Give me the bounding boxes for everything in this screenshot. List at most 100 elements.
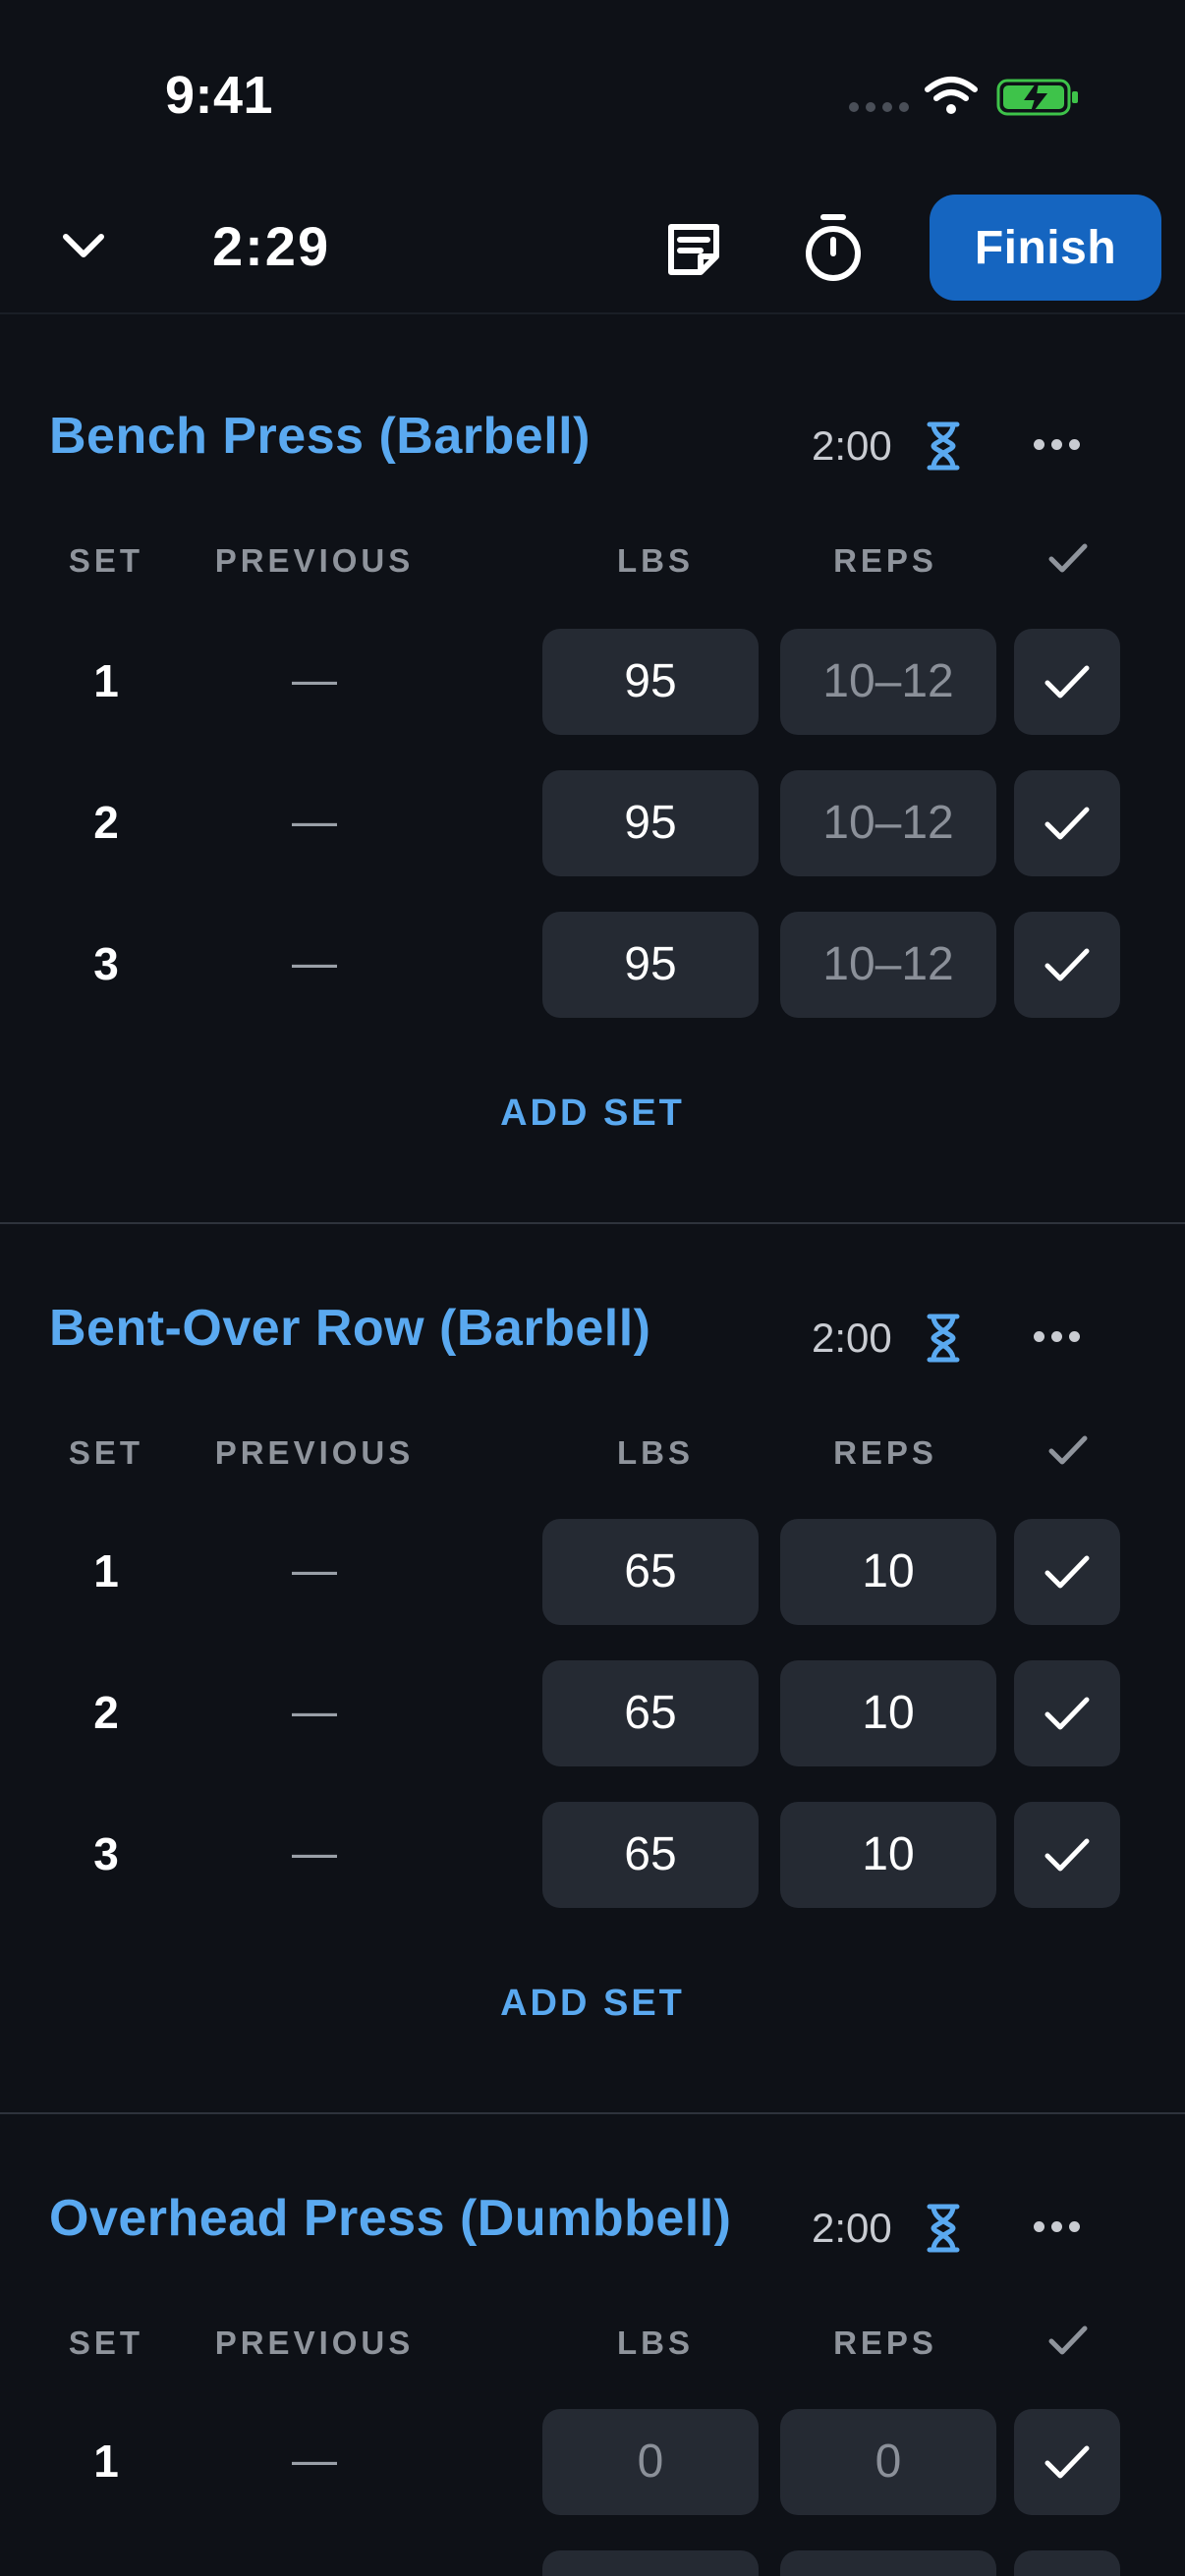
reps-input[interactable]: 0 (780, 2409, 996, 2515)
collapse-button[interactable] (49, 212, 118, 281)
previous-value: — (292, 936, 337, 987)
complete-set-button[interactable] (1014, 629, 1120, 735)
weight-input[interactable]: 65 (542, 1660, 759, 1766)
set-row: 3 — 95 10–12 (0, 912, 1185, 1018)
stopwatch-icon (806, 214, 861, 281)
check-icon (1044, 1697, 1090, 1730)
weight-input[interactable]: 95 (542, 912, 759, 1018)
add-set-button[interactable]: ADD SET (0, 1983, 1185, 2025)
check-icon (1044, 807, 1090, 840)
column-header-previous: PREVIOUS (214, 1434, 415, 1471)
note-icon (668, 224, 719, 275)
column-header-set: SET (68, 542, 144, 579)
set-number: 1 (93, 655, 119, 706)
set-row (0, 2550, 1185, 2576)
rest-time[interactable]: 2:00 (812, 2205, 892, 2252)
column-header-lbs: LBS (617, 542, 694, 579)
reps-input[interactable]: 10 (780, 1519, 996, 1625)
set-number: 3 (93, 938, 119, 989)
reps-input[interactable]: 10–12 (780, 912, 996, 1018)
exercise-card: Bent-Over Row (Barbell) 2:00 SET PREVIOU… (0, 1224, 1185, 2114)
set-row: 2 — 65 10 (0, 1660, 1185, 1766)
battery-charging-icon (996, 79, 1078, 116)
hourglass-icon (927, 1314, 960, 1363)
check-icon (1048, 543, 1088, 573)
column-header-check (1014, 542, 1122, 582)
column-header-set: SET (68, 1434, 144, 1471)
add-set-button[interactable]: ADD SET (0, 1092, 1185, 1135)
column-header-check (1014, 1434, 1122, 1474)
previous-value: — (292, 1543, 337, 1595)
more-options-button[interactable] (1034, 1309, 1080, 1364)
check-icon (1044, 665, 1090, 699)
weight-input[interactable]: 0 (542, 2409, 759, 2515)
previous-value: — (292, 795, 337, 846)
complete-set-button[interactable] (1014, 912, 1120, 1018)
set-number: 3 (93, 1828, 119, 1879)
previous-value: — (292, 2434, 337, 2485)
check-icon (1044, 1838, 1090, 1872)
column-header-reps: REPS (833, 542, 937, 579)
exercise-card: Overhead Press (Dumbbell) 2:00 SET PREVI… (0, 2114, 1185, 2576)
set-row: 1 — 0 0 (0, 2409, 1185, 2515)
complete-set-button[interactable] (1014, 2409, 1120, 2515)
workout-header: 2:29 Finish (0, 187, 1185, 314)
column-header-lbs: LBS (617, 2324, 694, 2361)
column-header-reps: REPS (833, 1434, 937, 1471)
reps-input[interactable]: 10 (780, 1802, 996, 1908)
workout-screen: 9:41 2:29 Finish Bench Press (Barbell) 2… (0, 0, 1185, 2576)
column-header-check (1014, 2324, 1122, 2364)
weight-input[interactable]: 95 (542, 770, 759, 876)
column-header-lbs: LBS (617, 1434, 694, 1471)
more-options-button[interactable] (1034, 417, 1080, 472)
weight-input[interactable] (542, 2550, 759, 2576)
set-row: 1 — 65 10 (0, 1519, 1185, 1625)
reps-input[interactable]: 10–12 (780, 770, 996, 876)
complete-set-button[interactable] (1014, 1802, 1120, 1908)
reps-input[interactable]: 10–12 (780, 629, 996, 735)
set-row: 3 — 65 10 (0, 1802, 1185, 1908)
exercise-card: Bench Press (Barbell) 2:00 SET PREVIOUS … (0, 314, 1185, 1224)
set-number: 1 (93, 1545, 119, 1596)
chevron-down-icon (63, 234, 104, 257)
complete-set-button[interactable] (1014, 1519, 1120, 1625)
complete-set-button[interactable] (1014, 770, 1120, 876)
set-number: 2 (93, 1687, 119, 1738)
rest-time[interactable]: 2:00 (812, 422, 892, 470)
hourglass-icon (927, 2204, 960, 2253)
reps-input[interactable]: 10 (780, 1660, 996, 1766)
more-options-button[interactable] (1034, 2199, 1080, 2254)
weight-input[interactable]: 65 (542, 1519, 759, 1625)
complete-set-button[interactable] (1014, 2550, 1120, 2576)
set-row: 1 — 95 10–12 (0, 629, 1185, 735)
weight-input[interactable]: 95 (542, 629, 759, 735)
cellular-signal-icon (849, 102, 909, 112)
elapsed-timer: 2:29 (212, 215, 331, 277)
set-row: 2 — 95 10–12 (0, 770, 1185, 876)
check-icon (1048, 2325, 1088, 2355)
wifi-icon (925, 77, 978, 114)
previous-value: — (292, 1685, 337, 1736)
status-time: 9:41 (165, 66, 274, 125)
previous-value: — (292, 1826, 337, 1877)
check-icon (1048, 1435, 1088, 1465)
column-header-previous: PREVIOUS (214, 542, 415, 579)
column-header-previous: PREVIOUS (214, 2324, 415, 2361)
finish-button[interactable]: Finish (930, 195, 1161, 301)
set-number: 1 (93, 2436, 119, 2487)
check-icon (1044, 1555, 1090, 1589)
check-icon (1044, 2445, 1090, 2479)
hourglass-icon (927, 421, 960, 471)
complete-set-button[interactable] (1014, 1660, 1120, 1766)
reps-input[interactable] (780, 2550, 996, 2576)
column-header-set: SET (68, 2324, 144, 2361)
previous-value: — (292, 653, 337, 704)
column-header-reps: REPS (833, 2324, 937, 2361)
rest-time[interactable]: 2:00 (812, 1315, 892, 1362)
set-number: 2 (93, 797, 119, 848)
check-icon (1044, 948, 1090, 981)
rest-timer-button[interactable] (796, 208, 871, 287)
status-bar: 9:41 (0, 0, 1185, 187)
weight-input[interactable]: 65 (542, 1802, 759, 1908)
notes-button[interactable] (656, 212, 731, 287)
